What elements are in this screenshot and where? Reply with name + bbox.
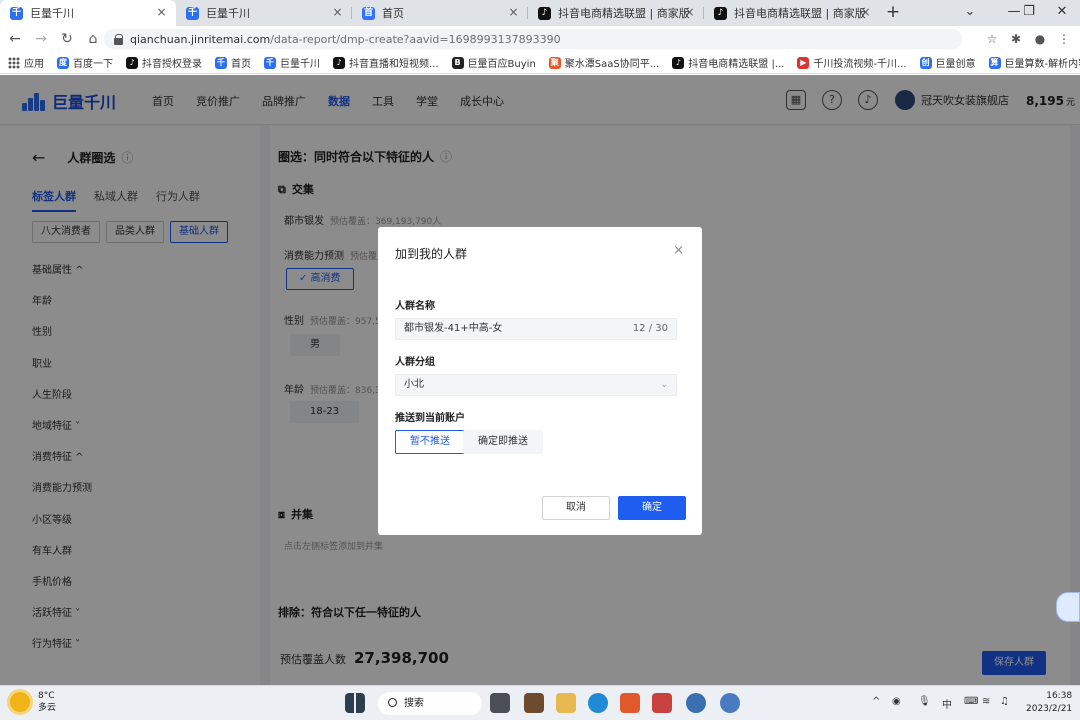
more-menu-icon[interactable]: ⋮ bbox=[1054, 29, 1074, 49]
push-account-label: 推送到当前账户 bbox=[395, 413, 465, 424]
douyin-favicon-icon: ♪ bbox=[538, 7, 551, 20]
tab-title: 抖音电商精选联盟 | 商家版 bbox=[558, 7, 690, 20]
url-host: qianchuan.jinritemai.com bbox=[130, 32, 271, 46]
tray-app-icon[interactable]: ◉ bbox=[892, 696, 901, 707]
star-icon[interactable]: ☆ bbox=[982, 29, 1002, 49]
bookmark-juliang-suanshu[interactable]: 算巨量算数-解析内容... bbox=[988, 55, 1080, 70]
edge-icon[interactable] bbox=[588, 693, 608, 713]
paw-icon: 度 bbox=[57, 56, 69, 69]
windows-taskbar: 8°C 多云 搜索 ^ ◉ 🎙 中 ⌨ ≋ ♫ 16:38 2023/2/21 bbox=[0, 685, 1080, 720]
qianchuan-favicon-icon: 千 bbox=[10, 7, 23, 20]
suanshu-icon: 算 bbox=[988, 56, 1001, 69]
forward-arrow-icon[interactable]: → bbox=[30, 28, 52, 50]
close-icon[interactable]: × bbox=[859, 6, 872, 19]
browser-tab-qianchuan-1[interactable]: 千 巨量千川 × bbox=[0, 0, 176, 26]
browser-tab-douyin-1[interactable]: ♪ 抖音电商精选联盟 | 商家版 × bbox=[528, 0, 704, 26]
profile-icon[interactable]: ● bbox=[1030, 29, 1050, 49]
dialog-title: 加到我的人群 bbox=[395, 247, 468, 261]
qianchuan-icon: 千 bbox=[264, 56, 276, 69]
task-view-icon[interactable] bbox=[490, 693, 510, 713]
wifi-icon[interactable]: ≋ bbox=[982, 696, 990, 707]
wps-icon[interactable] bbox=[652, 693, 672, 713]
video-icon: ▶ bbox=[797, 56, 810, 69]
lock-icon bbox=[114, 33, 124, 45]
taskbar-clock[interactable]: 16:38 2023/2/21 bbox=[1026, 690, 1072, 716]
chevron-down-icon: ⌄ bbox=[660, 380, 668, 390]
close-window-button[interactable]: ✕ bbox=[1044, 0, 1080, 26]
ime-indicator[interactable]: 中 bbox=[942, 696, 952, 711]
start-icon[interactable] bbox=[345, 693, 365, 713]
tab-title: 巨量千川 bbox=[206, 7, 250, 20]
keyboard-icon[interactable]: ⌨ bbox=[964, 696, 978, 707]
bookmark-douyin-auth[interactable]: ♪ 抖音授权登录 bbox=[126, 55, 202, 70]
close-icon[interactable]: × bbox=[683, 6, 696, 19]
tab-title: 巨量千川 bbox=[30, 7, 74, 20]
close-icon[interactable]: × bbox=[673, 243, 684, 258]
browser-tab-douyin-2[interactable]: ♪ 抖音电商精选联盟 | 商家版 × bbox=[704, 0, 880, 26]
qianchuan-favicon-icon: 千 bbox=[186, 7, 199, 20]
reload-icon[interactable]: ↻ bbox=[56, 28, 78, 50]
weather-widget[interactable]: 8°C 多云 bbox=[10, 690, 56, 714]
close-icon[interactable]: × bbox=[331, 6, 344, 19]
home-icon[interactable]: ⌂ bbox=[82, 28, 104, 50]
push-option-not-now[interactable]: 暂不推送 bbox=[395, 430, 465, 454]
douyin-icon: ♪ bbox=[126, 56, 138, 69]
browser-app-icon[interactable] bbox=[720, 693, 740, 713]
add-to-my-crowd-dialog: 加到我的人群 × 人群名称 都市银发-41+中高-女 12 / 30 人群分组 … bbox=[378, 227, 702, 535]
cancel-button[interactable]: 取消 bbox=[542, 496, 610, 520]
chrome-icon[interactable] bbox=[686, 693, 706, 713]
new-tab-button[interactable]: + bbox=[880, 0, 906, 26]
close-icon[interactable]: × bbox=[155, 6, 168, 19]
apps-grid-icon bbox=[8, 56, 20, 69]
tab-title: 首页 bbox=[382, 7, 404, 20]
url-path: /data-report/dmp-create?aavid=1698993137… bbox=[270, 32, 561, 46]
bookmark-douyin-alliance[interactable]: ♪ 抖音电商精选联盟 |... bbox=[672, 55, 784, 70]
bookmark-baidu[interactable]: 度百度一下 bbox=[57, 55, 113, 70]
crowd-group-label: 人群分组 bbox=[395, 357, 435, 368]
restore-button[interactable]: ❐ bbox=[1014, 0, 1044, 26]
douyin-icon: ♪ bbox=[333, 56, 345, 69]
store-icon[interactable] bbox=[524, 693, 544, 713]
tray-chevron-icon[interactable]: ^ bbox=[872, 696, 880, 707]
crowd-group-select[interactable]: 小北 ⌄ bbox=[395, 374, 677, 396]
char-counter: 12 / 30 bbox=[632, 323, 668, 334]
volume-icon[interactable]: ♫ bbox=[1000, 696, 1009, 707]
bookmark-home[interactable]: 千首页 bbox=[215, 55, 251, 70]
taskbar-search[interactable]: 搜索 bbox=[378, 692, 482, 715]
browser-toolbar: ← → ↻ ⌂ qianchuan.jinritemai.com/data-re… bbox=[0, 26, 1080, 52]
douyin-favicon-icon: ♪ bbox=[714, 7, 727, 20]
bookmark-juliang-creative[interactable]: 创巨量创意 bbox=[919, 55, 976, 70]
office-icon[interactable] bbox=[620, 693, 640, 713]
bookmark-qianchuan[interactable]: 千巨量千川 bbox=[264, 55, 320, 70]
creative-icon: 创 bbox=[919, 56, 932, 69]
bookmark-jushuitan[interactable]: 聚聚水潭SaaS协同平... bbox=[548, 55, 659, 70]
address-bar[interactable]: qianchuan.jinritemai.com/data-report/dmp… bbox=[104, 29, 962, 49]
crowd-name-input[interactable]: 都市银发-41+中高-女 12 / 30 bbox=[395, 318, 677, 340]
browser-tab-home[interactable]: 首 首页 × bbox=[352, 0, 528, 26]
browser-tab-qianchuan-2[interactable]: 千 巨量千川 × bbox=[176, 0, 352, 26]
push-option-push-on-confirm[interactable]: 确定即推送 bbox=[463, 430, 543, 454]
file-explorer-icon[interactable] bbox=[556, 693, 576, 713]
bookmark-buyin[interactable]: B 巨量百应Buyin bbox=[451, 55, 536, 70]
bookmark-apps[interactable]: 应用 bbox=[8, 55, 44, 70]
extensions-icon[interactable]: ✱ bbox=[1006, 29, 1026, 49]
baidu-favicon-icon: 首 bbox=[362, 7, 375, 20]
bookmark-qianchuan-video[interactable]: ▶ 千川投流视频-千川... bbox=[797, 55, 907, 70]
confirm-button[interactable]: 确定 bbox=[618, 496, 686, 520]
qianchuan-icon: 千 bbox=[215, 56, 227, 69]
microphone-icon[interactable]: 🎙 bbox=[918, 696, 931, 707]
buyin-icon: B bbox=[451, 56, 464, 69]
assistant-bubble-icon[interactable] bbox=[1056, 592, 1080, 622]
bookmarks-bar: 应用 度百度一下 ♪ 抖音授权登录 千首页 千巨量千川 ♪ 抖音直播和短视频... … bbox=[0, 52, 1080, 74]
back-arrow-icon[interactable]: ← bbox=[4, 28, 26, 50]
jushuitan-icon: 聚 bbox=[548, 56, 561, 69]
crowd-name-label: 人群名称 bbox=[395, 301, 435, 312]
tab-search-chevron-icon[interactable]: ⌄ bbox=[948, 0, 992, 26]
sun-icon bbox=[10, 692, 30, 712]
tab-title: 抖音电商精选联盟 | 商家版 bbox=[734, 7, 866, 20]
bookmark-douyin-live[interactable]: ♪ 抖音直播和短视频... bbox=[333, 55, 439, 70]
browser-tab-strip: 千 巨量千川 × 千 巨量千川 × 首 首页 × ♪ 抖音电商精选联盟 | 商家… bbox=[0, 0, 1080, 26]
douyin-icon: ♪ bbox=[672, 56, 685, 69]
close-icon[interactable]: × bbox=[507, 6, 520, 19]
